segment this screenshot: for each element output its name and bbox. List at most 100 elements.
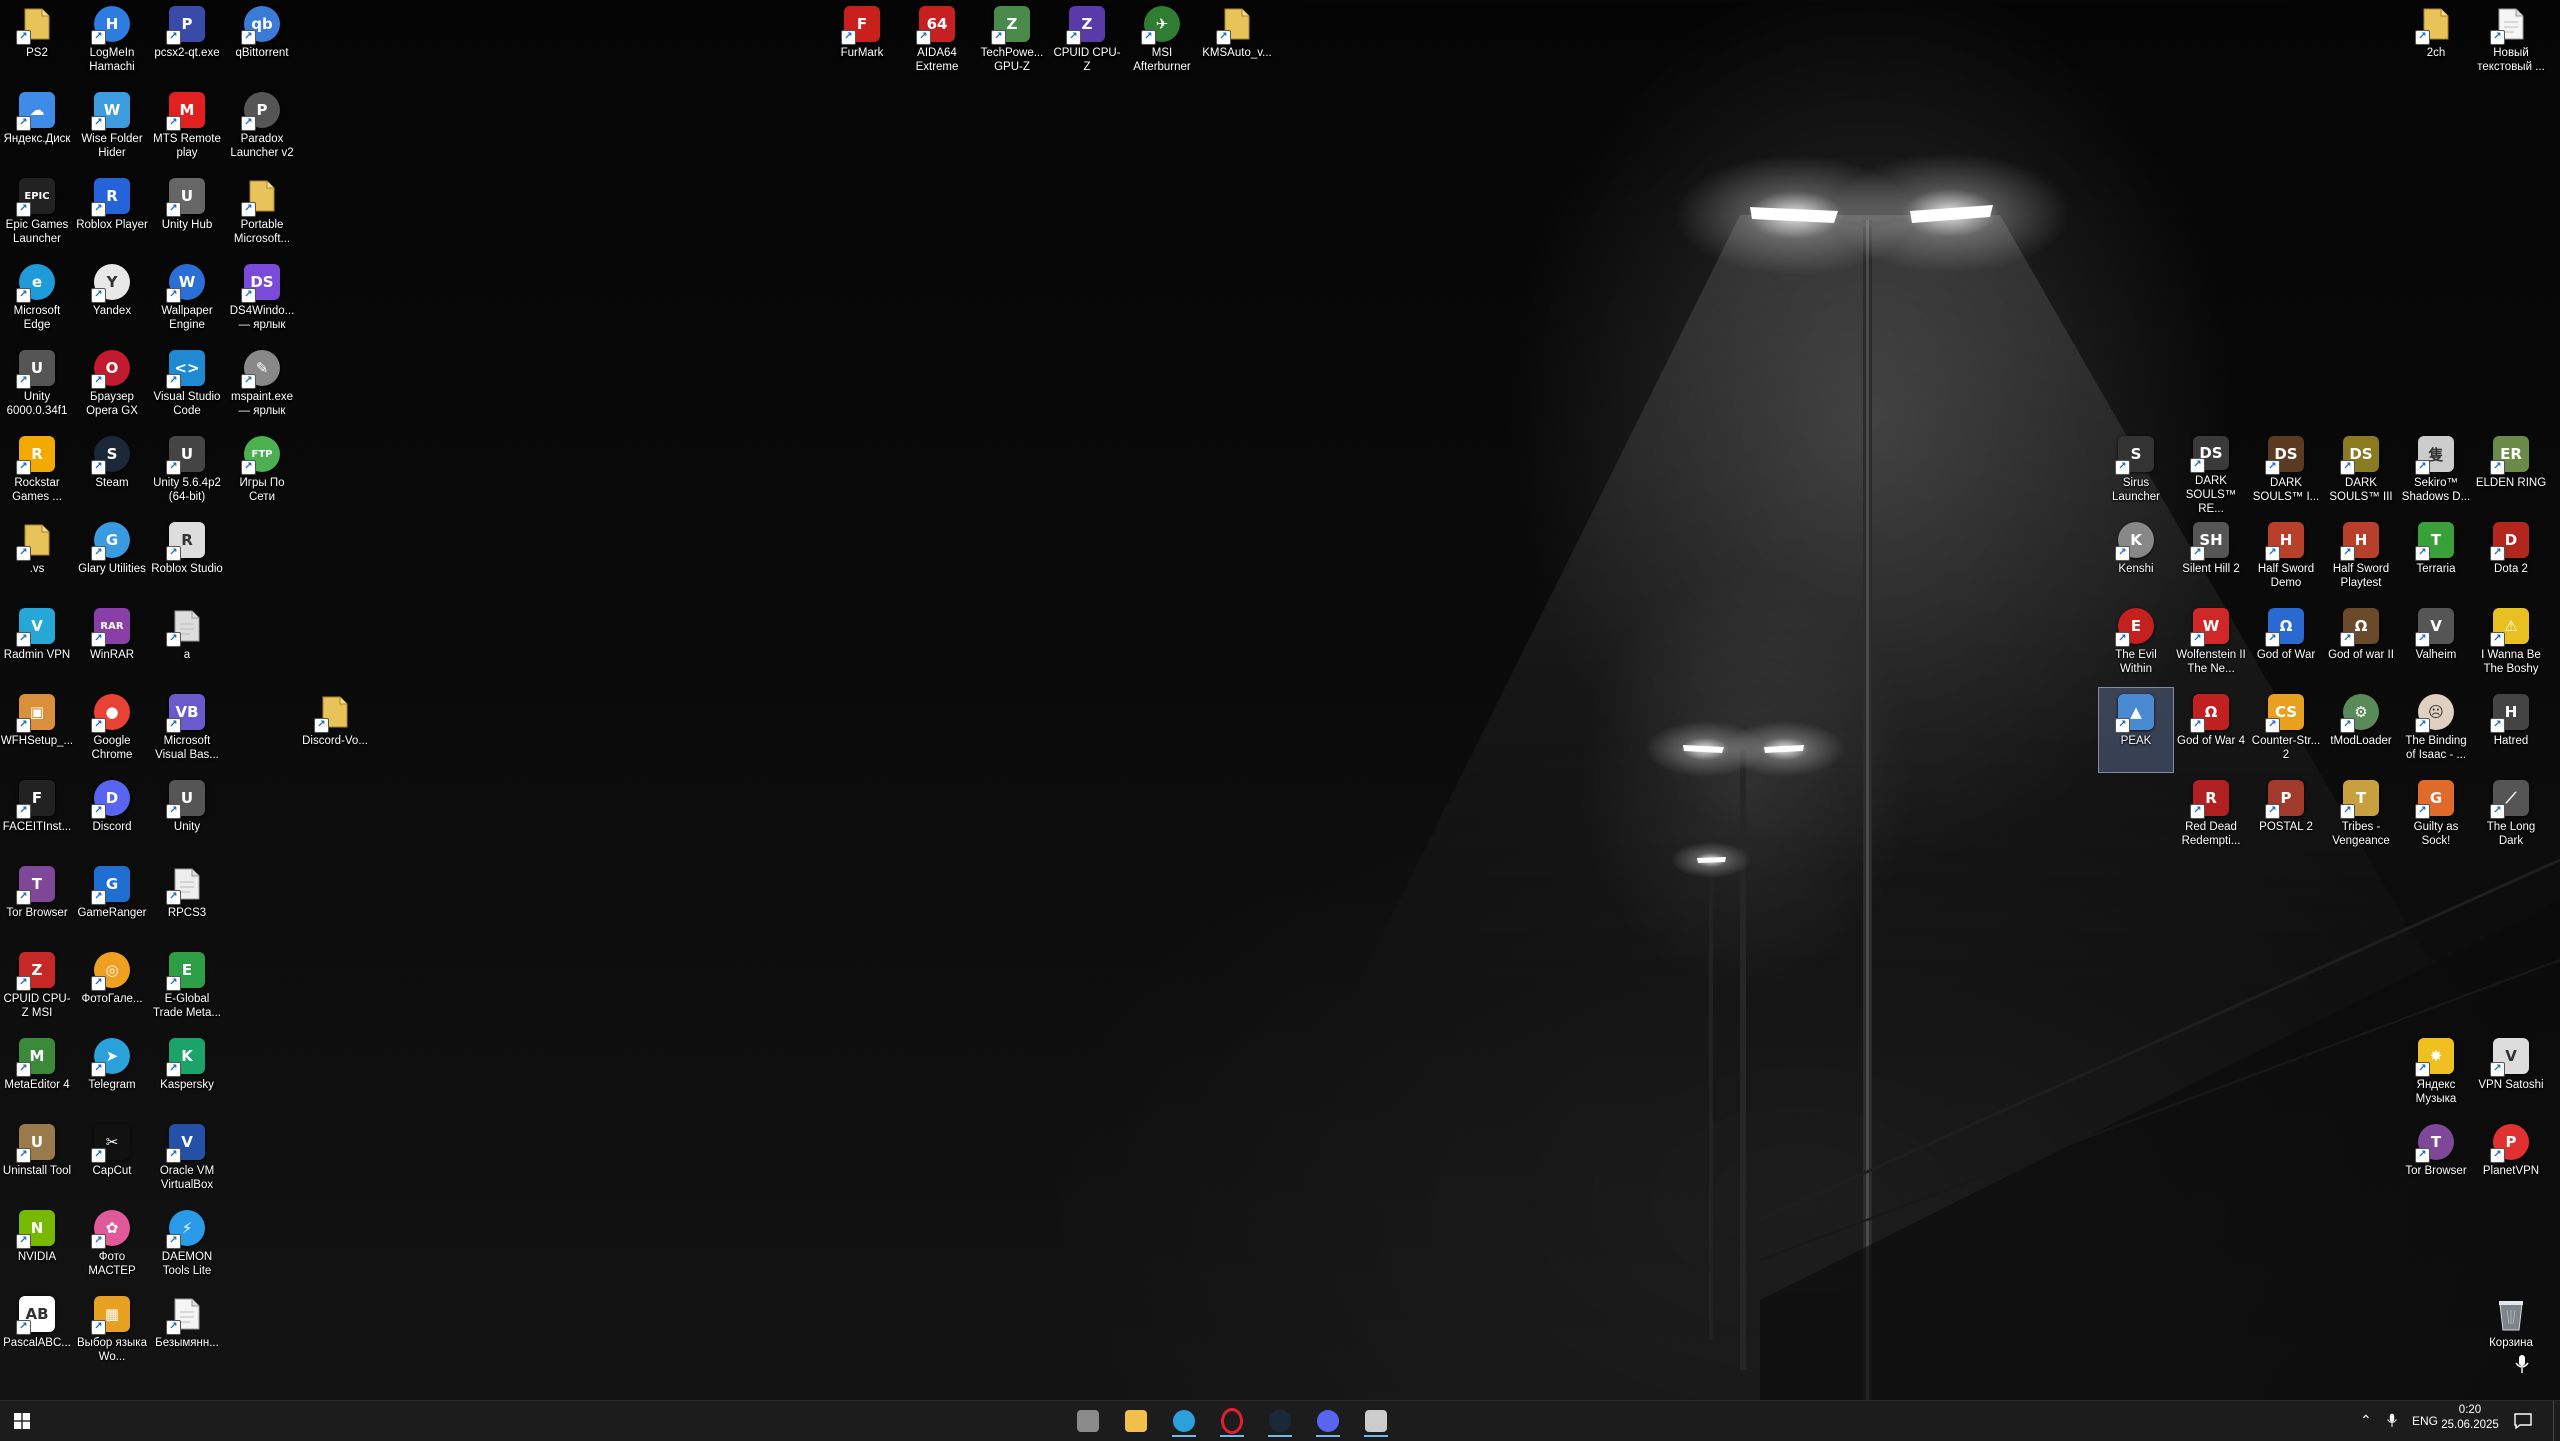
notification-center-icon[interactable] [2514,1413,2532,1429]
desktop-shortcut-daemon-tools[interactable]: ⚡ ↗ DAEMON Tools Lite [150,1204,224,1288]
desktop-shortcut-elden-ring[interactable]: ER ↗ ELDEN RING [2474,430,2548,514]
desktop-shortcut-photo-master[interactable]: ✿ ↗ Фото МАСТЕР [75,1204,149,1288]
desktop-shortcut-wise-folder[interactable]: W ↗ Wise Folder Hider [75,86,149,170]
tray-chevron-icon[interactable]: ⌃ [2360,1412,2372,1429]
desktop-shortcut-yandex-disk[interactable]: ☁ ↗ Яндекс.Диск [0,86,74,170]
desktop-shortcut-edge[interactable]: e ↗ Microsoft Edge [0,258,74,342]
desktop-shortcut-virtualbox[interactable]: V ↗ Oracle VM VirtualBox [150,1118,224,1202]
desktop-shortcut-unity[interactable]: U ↗ Unity [150,774,224,858]
desktop-shortcut-silent-hill[interactable]: SH ↗ Silent Hill 2 [2174,516,2248,600]
taskbar-task-view[interactable] [1068,1405,1108,1437]
desktop-shortcut-unity[interactable]: U ↗ Unity 6000.0.34f1 [0,344,74,428]
desktop-shortcut-valheim[interactable]: V ↗ Valheim [2399,602,2473,686]
desktop-shortcut-telegram[interactable]: ➤ ↗ Telegram [75,1032,149,1116]
desktop-shortcut-paradox[interactable]: P ↗ Paradox Launcher v2 [225,86,299,170]
desktop-shortcut-dark-souls[interactable]: DS ↗ DARK SOULS™ III [2324,430,2398,514]
desktop-shortcut-tmodloader[interactable]: ⚙ ↗ tModLoader [2324,688,2398,772]
desktop-shortcut-kenshi[interactable]: K ↗ Kenshi [2099,516,2173,600]
desktop-shortcut-photo-gallery[interactable]: ◎ ↗ ФотоГале... [75,946,149,1030]
desktop-shortcut-vscode[interactable]: <> ↗ Visual Studio Code [150,344,224,428]
desktop-shortcut-wolfenstein[interactable]: W ↗ Wolfenstein II The Ne... [2174,602,2248,686]
desktop-shortcut-half-sword[interactable]: H ↗ Half Sword Demo [2249,516,2323,600]
desktop-shortcut-tor-browser[interactable]: T ↗ Tor Browser [2399,1118,2473,1202]
desktop-shortcut-kaspersky[interactable]: K ↗ Kaspersky [150,1032,224,1116]
desktop-shortcut-yandex-music[interactable]: ✸ ↗ Яндекс Музыка [2399,1032,2473,1116]
desktop-shortcut-folder[interactable]: ↗ PS2 [0,0,74,84]
desktop-shortcut-wallpaper-engine[interactable]: W ↗ Wallpaper Engine [150,258,224,342]
desktop-shortcut-cpuz-msi[interactable]: Z ↗ CPUID CPU-Z MSI [0,946,74,1030]
tray-microphone-icon[interactable] [2386,1413,2398,1429]
desktop-shortcut-folder[interactable]: ↗ 2ch [2399,0,2473,84]
desktop-shortcut-furmark[interactable]: F ↗ FurMark [825,0,899,84]
desktop-shortcut-guilty-sock[interactable]: G ↗ Guilty as Sock! [2399,774,2473,858]
desktop-shortcut-unity-hub[interactable]: U ↗ Unity Hub [150,172,224,256]
desktop-shortcut-pascalabc[interactable]: AB ↗ PascalABC... [0,1290,74,1374]
desktop-shortcut-steam[interactable]: S ↗ Steam [75,430,149,514]
language-indicator[interactable]: ENG [2412,1414,2438,1428]
recycle-bin[interactable]: Корзина [2474,1290,2548,1374]
desktop-shortcut-boshy[interactable]: ⚠ ↗ I Wanna Be The Boshy [2474,602,2548,686]
desktop-shortcut-dark-souls[interactable]: DS ↗ DARK SOULS™ RE... [2174,430,2248,514]
desktop-shortcut-language[interactable]: ▦ ↗ Выбор языка Wo... [75,1290,149,1374]
desktop-shortcut-aida64[interactable]: 64 ↗ AIDA64 Extreme [900,0,974,84]
taskbar-telegram[interactable] [1164,1405,1204,1437]
desktop-shortcut-visual-basic[interactable]: VB ↗ Microsoft Visual Bas... [150,688,224,772]
desktop-shortcut-rockstar[interactable]: R ↗ Rockstar Games ... [0,430,74,514]
desktop-shortcut-planet-vpn[interactable]: P ↗ PlanetVPN [2474,1118,2548,1202]
desktop-shortcut-evil-within[interactable]: E ↗ The Evil Within [2099,602,2173,686]
desktop-shortcut-tribes[interactable]: T ↗ Tribes - Vengeance [2324,774,2398,858]
taskbar-steam[interactable] [1260,1405,1300,1437]
desktop-shortcut-folder[interactable]: ↗ Portable Microsoft... [225,172,299,256]
desktop-shortcut-god-of-war[interactable]: Ω ↗ God of War [2249,602,2323,686]
desktop-shortcut-mspaint[interactable]: ✎ ↗ mspaint.exe — ярлык [225,344,299,428]
start-button[interactable] [2,1405,42,1437]
desktop-shortcut-long-dark[interactable]: ⟋ ↗ The Long Dark [2474,774,2548,858]
show-desktop-button[interactable] [2553,1401,2559,1441]
taskbar-discord[interactable] [1308,1405,1348,1437]
desktop-shortcut-gpuz[interactable]: Z ↗ TechPowe... GPU-Z [975,0,1049,84]
desktop-shortcut-dota[interactable]: D ↗ Dota 2 [2474,516,2548,600]
desktop-shortcut-afterburner[interactable]: ✈ ↗ MSI Afterburner [1125,0,1199,84]
desktop-shortcut-folder[interactable]: ↗ KMSAuto_v... [1200,0,1274,84]
desktop-shortcut-opera-gx[interactable]: O ↗ Браузер Opera GX [75,344,149,428]
desktop-shortcut-uninstall-tool[interactable]: U ↗ Uninstall Tool [0,1118,74,1202]
desktop-shortcut-chrome[interactable]: ● ↗ Google Chrome [75,688,149,772]
desktop-shortcut-god-of-war[interactable]: Ω ↗ God of War 4 [2174,688,2248,772]
desktop-shortcut-metatrader[interactable]: E ↗ E-Global Trade Meta... [150,946,224,1030]
desktop-shortcut-cpuz[interactable]: Z ↗ CPUID CPU-Z [1050,0,1124,84]
desktop-shortcut-ds4windows[interactable]: DS ↗ DS4Windo... — ярлык [225,258,299,342]
desktop-shortcut-discord[interactable]: D ↗ Discord [75,774,149,858]
desktop-shortcut-faceit[interactable]: F ↗ FACEITInst... [0,774,74,858]
desktop-shortcut-file[interactable]: ↗ RPCS3 [150,860,224,944]
desktop-shortcut-ftp[interactable]: FTP ↗ Игры По Сети [225,430,299,514]
desktop-shortcut-capcut[interactable]: ✂ ↗ CapCut [75,1118,149,1202]
taskbar-file-explorer[interactable] [1116,1405,1156,1437]
desktop-shortcut-postal[interactable]: P ↗ POSTAL 2 [2249,774,2323,858]
desktop-shortcut-roblox[interactable]: R ↗ Roblox Player [75,172,149,256]
desktop-shortcut-tor-browser[interactable]: T ↗ Tor Browser [0,860,74,944]
desktop-shortcut-sekiro[interactable]: 隻 ↗ Sekiro™ Shadows D... [2399,430,2473,514]
desktop-shortcut-gameranger[interactable]: G ↗ GameRanger [75,860,149,944]
desktop-shortcut-radmin-vpn[interactable]: V ↗ Radmin VPN [0,602,74,686]
desktop-shortcut-file[interactable]: ↗ a [150,602,224,686]
desktop-shortcut-counter-strike[interactable]: CS ↗ Counter-Str... 2 [2249,688,2323,772]
desktop-shortcut-unity[interactable]: U ↗ Unity 5.6.4p2 (64-bit) [150,430,224,514]
desktop-shortcut-roblox-studio[interactable]: R ↗ Roblox Studio [150,516,224,600]
taskbar-terminal[interactable] [1356,1405,1396,1437]
desktop-shortcut-package[interactable]: ▣ ↗ WFHSetup_... [0,688,74,772]
desktop-shortcut-discord-vo[interactable]: ↗ Discord-Vo... [298,688,372,772]
desktop-shortcut-hamachi[interactable]: H ↗ LogMeIn Hamachi [75,0,149,84]
desktop-shortcut-isaac[interactable]: ☹ ↗ The Binding of Isaac - ... [2399,688,2473,772]
desktop-shortcut-nvidia[interactable]: N ↗ NVIDIA [0,1204,74,1288]
desktop-shortcut-winrar[interactable]: RAR ↗ WinRAR [75,602,149,686]
desktop-shortcut-mts[interactable]: M ↗ MTS Remote play [150,86,224,170]
desktop-shortcut-dark-souls[interactable]: DS ↗ DARK SOULS™ I... [2249,430,2323,514]
desktop-shortcut-folder[interactable]: ↗ .vs [0,516,74,600]
desktop-shortcut-god-of-war[interactable]: Ω ↗ God of war II [2324,602,2398,686]
desktop-shortcut-text-file[interactable]: ↗ Новый текстовый ... [2474,0,2548,84]
desktop-shortcut-vpn-satoshi[interactable]: V ↗ VPN Satoshi [2474,1032,2548,1116]
desktop-shortcut-file[interactable]: ↗ Безымянн... [150,1290,224,1374]
desktop-shortcut-terraria[interactable]: T ↗ Terraria [2399,516,2473,600]
desktop-shortcut-pcsx2[interactable]: P ↗ pcsx2-qt.exe [150,0,224,84]
desktop-shortcut-glary[interactable]: G ↗ Glary Utilities [75,516,149,600]
